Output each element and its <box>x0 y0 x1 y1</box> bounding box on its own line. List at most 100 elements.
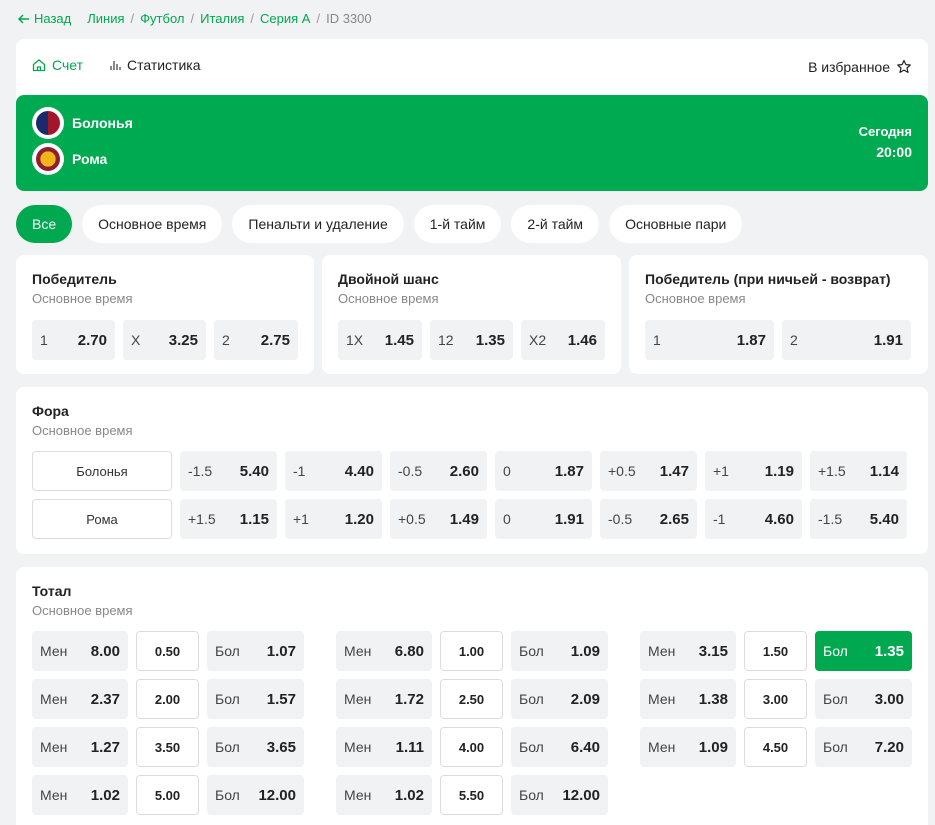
back-label: Назад <box>34 11 72 26</box>
odd-value: 1.87 <box>554 462 584 480</box>
odd-button[interactable]: Мен 8.00 <box>32 631 128 671</box>
bologna-logo-icon <box>32 107 64 139</box>
filter-first-half[interactable]: 1-й тайм <box>413 205 502 243</box>
odd-button[interactable]: +1.5 1.14 <box>810 451 907 491</box>
market-double-chance: Двойной шанс Основное время 1X 1.45 12 1… <box>322 255 621 374</box>
odd-button[interactable]: 0 1.91 <box>495 499 592 539</box>
odd-button[interactable]: Мен 3.15 <box>640 631 736 671</box>
odd-button[interactable]: Мен 1.02 <box>32 775 128 815</box>
away-team: Рома <box>32 143 107 175</box>
odd-button[interactable]: Бол 6.40 <box>511 727 608 767</box>
odd-button[interactable]: Бол 12.00 <box>207 775 304 815</box>
breadcrumb-separator: / <box>190 11 195 26</box>
odd-button[interactable]: Мен 1.02 <box>336 775 432 815</box>
odd-button[interactable]: Мен 1.72 <box>336 679 432 719</box>
odd-button[interactable]: Мен 6.80 <box>336 631 432 671</box>
filter-main-bets[interactable]: Основные пари <box>609 205 743 243</box>
odd-button[interactable]: 2 2.75 <box>214 320 298 360</box>
breadcrumb-item-line[interactable]: Линия <box>87 11 124 26</box>
add-to-favorites-button[interactable]: В избранное <box>808 59 912 75</box>
handicap-team-away: Рома <box>32 499 172 539</box>
odd-label: Мен <box>344 643 372 659</box>
odd-label: +0.5 <box>608 463 636 479</box>
odd-button[interactable]: Бол 1.35 <box>815 631 912 671</box>
odd-value: 8.00 <box>90 642 120 660</box>
odd-button[interactable]: Мен 1.11 <box>336 727 432 767</box>
odd-label: Мен <box>40 643 68 659</box>
odd-button[interactable]: Бол 12.00 <box>511 775 608 815</box>
breadcrumb-item-italy[interactable]: Италия <box>200 11 244 26</box>
odd-label: 0 <box>503 511 511 527</box>
odd-button[interactable]: +0.5 1.49 <box>390 499 487 539</box>
odd-button[interactable]: Бол 1.09 <box>511 631 608 671</box>
odd-button[interactable]: 2 1.91 <box>782 320 911 360</box>
total-line-value: 4.00 <box>440 727 503 767</box>
odd-button[interactable]: -1.5 5.40 <box>180 451 277 491</box>
tab-score[interactable]: Счет <box>32 57 83 73</box>
filter-second-half[interactable]: 2-й тайм <box>511 205 600 243</box>
breadcrumb-item-serie-a[interactable]: Серия А <box>260 11 310 26</box>
odd-button[interactable]: +1.5 1.15 <box>180 499 277 539</box>
odd-label: 1 <box>653 332 661 348</box>
odd-value: 1.09 <box>570 642 600 660</box>
odd-button[interactable]: +1 1.19 <box>705 451 802 491</box>
odd-label: Бол <box>215 787 240 803</box>
odd-button[interactable]: Мен 1.09 <box>640 727 736 767</box>
arrow-left-icon <box>18 13 29 24</box>
odd-label: -1.5 <box>188 463 213 479</box>
odd-button[interactable]: Бол 1.07 <box>207 631 304 671</box>
market-title: Фора <box>32 403 69 419</box>
odd-value: 1.15 <box>239 510 269 528</box>
odd-button[interactable]: +0.5 1.47 <box>600 451 697 491</box>
odd-button[interactable]: X 3.25 <box>123 320 206 360</box>
odd-button[interactable]: Бол 3.65 <box>207 727 304 767</box>
total-line-value: 1.00 <box>440 631 503 671</box>
odd-button[interactable]: Бол 3.00 <box>815 679 912 719</box>
odd-button[interactable]: +1 1.20 <box>285 499 382 539</box>
odd-label: 12 <box>438 332 454 348</box>
event-tabs: Счет Статистика <box>32 57 201 73</box>
odd-label: 1X <box>346 332 364 348</box>
odd-button[interactable]: Бол 1.57 <box>207 679 304 719</box>
odd-button[interactable]: 0 1.87 <box>495 451 592 491</box>
odd-button[interactable]: 12 1.35 <box>430 320 513 360</box>
odd-label: +1.5 <box>818 463 846 479</box>
odd-label: 2 <box>790 332 798 348</box>
odd-label: -0.5 <box>398 463 423 479</box>
odd-value: 1.38 <box>698 690 728 708</box>
odd-value: 1.91 <box>873 331 903 349</box>
tab-statistics[interactable]: Статистика <box>109 57 201 73</box>
odd-button[interactable]: 1 1.87 <box>645 320 774 360</box>
tab-score-label: Счет <box>52 57 83 73</box>
odd-button[interactable]: X2 1.46 <box>521 320 605 360</box>
odd-button[interactable]: 1 2.70 <box>32 320 115 360</box>
odd-button[interactable]: -0.5 2.65 <box>600 499 697 539</box>
odd-label: Мен <box>344 691 372 707</box>
odd-button[interactable]: -1.5 5.40 <box>810 499 907 539</box>
odd-value: 1.02 <box>90 786 120 804</box>
odd-label: Мен <box>40 691 68 707</box>
odd-button[interactable]: Бол 2.09 <box>511 679 608 719</box>
breadcrumb-separator: / <box>250 11 255 26</box>
filter-penalties[interactable]: Пенальти и удаление <box>232 205 404 243</box>
breadcrumb-item-football[interactable]: Футбол <box>140 11 184 26</box>
odd-button[interactable]: -1 4.60 <box>705 499 802 539</box>
total-line-value: 3.00 <box>744 679 807 719</box>
filter-regular-time[interactable]: Основное время <box>82 205 223 243</box>
odd-label: Бол <box>215 643 240 659</box>
odd-button[interactable]: Мен 2.37 <box>32 679 128 719</box>
total-line-value: 3.50 <box>136 727 199 767</box>
breadcrumb-separator: / <box>130 11 135 26</box>
odd-value: 1.19 <box>764 462 794 480</box>
odd-value: 1.47 <box>659 462 689 480</box>
odd-button[interactable]: Мен 1.38 <box>640 679 736 719</box>
odd-button[interactable]: Бол 7.20 <box>815 727 912 767</box>
odd-button[interactable]: Мен 1.27 <box>32 727 128 767</box>
odd-button[interactable]: -1 4.40 <box>285 451 382 491</box>
odd-button[interactable]: -0.5 2.60 <box>390 451 487 491</box>
back-button[interactable]: Назад <box>18 11 71 26</box>
odd-label: +0.5 <box>398 511 426 527</box>
odd-button[interactable]: 1X 1.45 <box>338 320 422 360</box>
odd-label: X <box>131 332 141 348</box>
filter-all[interactable]: Все <box>16 205 73 243</box>
